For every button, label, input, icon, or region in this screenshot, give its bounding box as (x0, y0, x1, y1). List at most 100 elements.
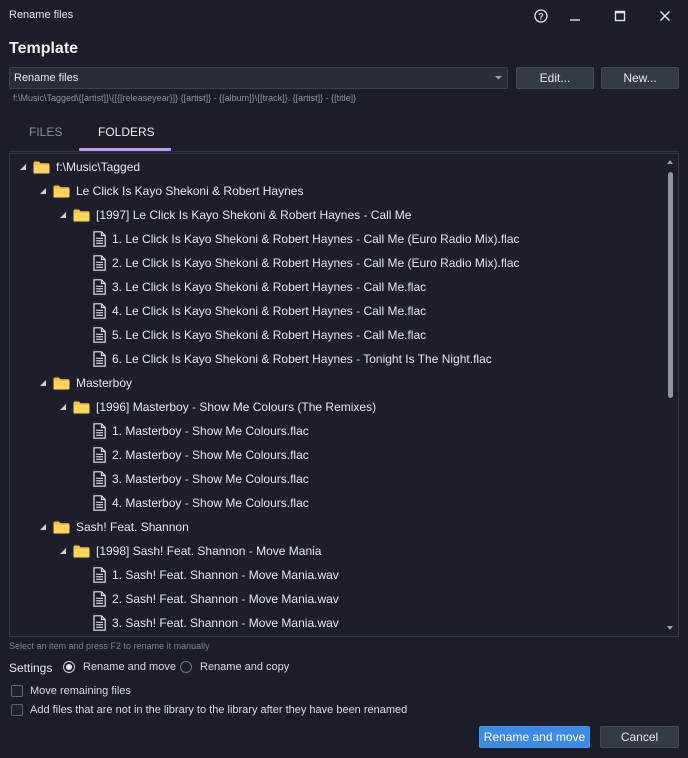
file-icon (93, 351, 106, 367)
tree-item-label: 2. Le Click Is Kayo Shekoni & Robert Hay… (112, 256, 520, 270)
folder-icon (33, 161, 50, 174)
expand-arrow-icon[interactable] (58, 546, 68, 556)
tree-folder-row[interactable]: Sash! Feat. Shannon (10, 515, 664, 539)
add-to-library-checkbox[interactable] (11, 704, 23, 716)
window-title: Rename files (9, 9, 74, 21)
minimize-icon (570, 19, 580, 21)
tab-files[interactable]: FILES (29, 125, 62, 139)
scroll-down-icon[interactable] (666, 624, 674, 632)
tree-file-row[interactable]: 1. Masterboy - Show Me Colours.flac (10, 419, 664, 443)
template-select-value: Rename files (14, 72, 79, 84)
tree-item-label: 4. Le Click Is Kayo Shekoni & Robert Hay… (112, 304, 427, 318)
minimize-button[interactable] (561, 4, 589, 28)
folder-icon (53, 185, 70, 198)
tree-item-label: Le Click Is Kayo Shekoni & Robert Haynes (76, 184, 304, 198)
tree-item-label: 3. Sash! Feat. Shannon - Move Mania.wav (112, 616, 339, 630)
help-button[interactable]: ? (527, 4, 555, 28)
cancel-button[interactable]: Cancel (600, 726, 679, 748)
tree-file-row[interactable]: 1. Le Click Is Kayo Shekoni & Robert Hay… (10, 227, 664, 251)
add-to-library-option[interactable]: Add files that are not in the library to… (11, 704, 407, 716)
rename-and-move-label: Rename and move (83, 661, 176, 673)
tree-item-label: 6. Le Click Is Kayo Shekoni & Robert Hay… (112, 352, 492, 366)
tree-file-row[interactable]: 1. Sash! Feat. Shannon - Move Mania.wav (10, 563, 664, 587)
option-rename-and-move[interactable]: Rename and move (63, 661, 176, 673)
file-icon (93, 471, 106, 487)
tree-file-row[interactable]: 3. Le Click Is Kayo Shekoni & Robert Hay… (10, 275, 664, 299)
tree-item-label: 3. Le Click Is Kayo Shekoni & Robert Hay… (112, 280, 427, 294)
edit-template-button[interactable]: Edit... (516, 67, 594, 89)
file-icon (93, 567, 106, 583)
option-rename-and-copy[interactable]: Rename and copy (180, 661, 289, 673)
close-icon (660, 11, 670, 21)
expand-arrow-icon[interactable] (38, 522, 48, 532)
file-icon (93, 231, 106, 247)
tree-file-row[interactable]: 2. Sash! Feat. Shannon - Move Mania.wav (10, 587, 664, 611)
tree-file-row[interactable]: 5. Le Click Is Kayo Shekoni & Robert Hay… (10, 323, 664, 347)
tree-item-label: Masterboy (76, 376, 133, 390)
tab-folders[interactable]: FOLDERS (98, 125, 155, 139)
tree-item-label: 1. Le Click Is Kayo Shekoni & Robert Hay… (112, 232, 520, 246)
file-icon (93, 423, 106, 439)
tree-item-label: 2. Sash! Feat. Shannon - Move Mania.wav (112, 592, 339, 606)
tree-item-label: 4. Masterboy - Show Me Colours.flac (112, 496, 309, 510)
tree-file-row[interactable]: 4. Le Click Is Kayo Shekoni & Robert Hay… (10, 299, 664, 323)
rename-and-copy-label: Rename and copy (200, 661, 290, 673)
folder-tree[interactable]: f:\Music\Tagged Le Click Is Kayo Shekoni … (9, 153, 679, 637)
expand-arrow-icon[interactable] (58, 402, 68, 412)
new-template-button[interactable]: New... (601, 67, 679, 89)
file-icon (93, 495, 106, 511)
rename-and-move-button[interactable]: Rename and move (479, 726, 590, 748)
expand-arrow-icon[interactable] (38, 186, 48, 196)
template-select[interactable]: Rename files (9, 67, 508, 89)
svg-text:?: ? (538, 12, 544, 22)
file-icon (93, 279, 106, 295)
tree-folder-row[interactable]: [1996] Masterboy - Show Me Colours (The … (10, 395, 664, 419)
move-remaining-files-label: Move remaining files (30, 685, 131, 697)
tree-file-row[interactable]: 2. Masterboy - Show Me Colours.flac (10, 443, 664, 467)
expand-arrow-icon[interactable] (58, 210, 68, 220)
tree-item-label: 1. Sash! Feat. Shannon - Move Mania.wav (112, 568, 339, 582)
tree-scrollbar[interactable] (666, 158, 674, 632)
tree-rows: f:\Music\Tagged Le Click Is Kayo Shekoni … (10, 155, 678, 636)
file-icon (93, 447, 106, 463)
scroll-thumb[interactable] (668, 172, 673, 398)
rename-hint: Select an item and press F2 to rename it… (9, 641, 210, 651)
template-pattern: f:\Music\Tagged\{[artist]}\{[{[releaseye… (13, 93, 357, 103)
tree-item-label: 2. Masterboy - Show Me Colours.flac (112, 448, 309, 462)
tree-item-label: f:\Music\Tagged (56, 160, 141, 174)
file-icon (93, 303, 106, 319)
rename-and-move-radio[interactable] (63, 661, 75, 673)
add-to-library-label: Add files that are not in the library to… (30, 704, 408, 716)
move-remaining-files-checkbox[interactable] (11, 685, 23, 697)
tree-file-row[interactable]: 6. Le Click Is Kayo Shekoni & Robert Hay… (10, 347, 664, 371)
settings-label: Settings (9, 661, 53, 675)
template-heading: Template (9, 40, 79, 57)
tree-file-row[interactable]: 3. Masterboy - Show Me Colours.flac (10, 467, 664, 491)
scroll-up-icon[interactable] (666, 158, 674, 166)
tree-folder-row[interactable]: Masterboy (10, 371, 664, 395)
tree-folder-row[interactable]: [1998] Sash! Feat. Shannon - Move Mania (10, 539, 664, 563)
rename-and-copy-radio[interactable] (180, 661, 192, 673)
close-button[interactable] (651, 4, 679, 28)
chevron-down-icon (495, 76, 502, 80)
tree-file-row[interactable]: 4. Masterboy - Show Me Colours.flac (10, 491, 664, 515)
tree-item-label: 1. Masterboy - Show Me Colours.flac (112, 424, 309, 438)
tree-folder-row[interactable]: Le Click Is Kayo Shekoni & Robert Haynes (10, 179, 664, 203)
expand-arrow-icon[interactable] (38, 378, 48, 388)
tree-item-label: Sash! Feat. Shannon (76, 520, 189, 534)
tree-folder-row[interactable]: [1997] Le Click Is Kayo Shekoni & Robert… (10, 203, 664, 227)
move-remaining-files-option[interactable]: Move remaining files (11, 685, 131, 697)
tree-folder-row[interactable]: f:\Music\Tagged (10, 155, 664, 179)
tree-file-row[interactable]: 2. Le Click Is Kayo Shekoni & Robert Hay… (10, 251, 664, 275)
expand-arrow-icon[interactable] (18, 162, 28, 172)
tree-file-row[interactable]: 3. Sash! Feat. Shannon - Move Mania.wav (10, 611, 664, 635)
folder-icon (73, 401, 90, 414)
folder-icon (53, 521, 70, 534)
maximize-button[interactable] (606, 4, 634, 28)
folder-icon (73, 209, 90, 222)
file-icon (93, 255, 106, 271)
help-icon: ? (534, 9, 548, 23)
maximize-icon (614, 10, 626, 22)
file-icon (93, 327, 106, 343)
tree-item-label: [1998] Sash! Feat. Shannon - Move Mania (96, 544, 322, 558)
